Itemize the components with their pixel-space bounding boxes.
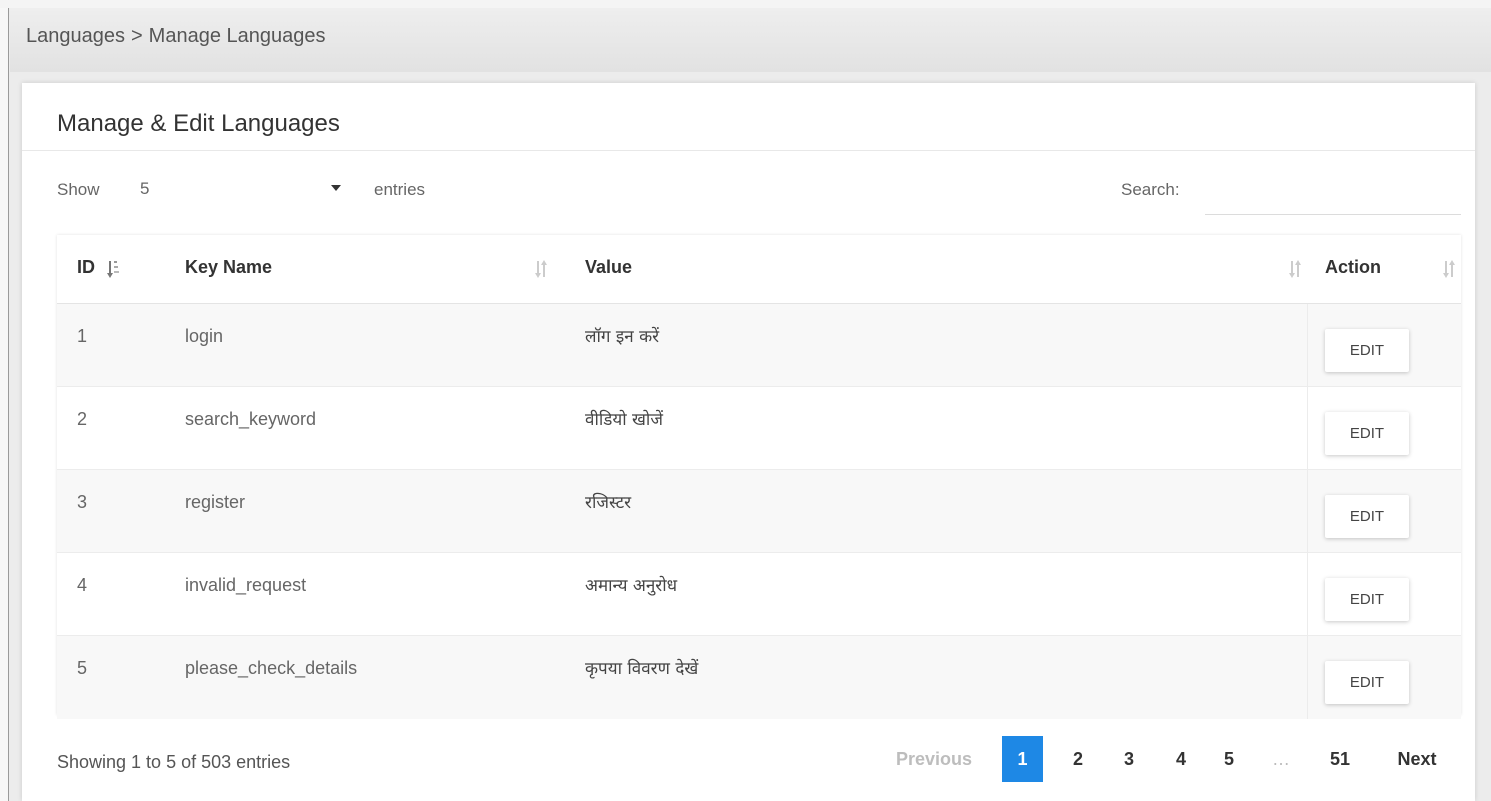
breadcrumb: Languages > Manage Languages	[26, 25, 326, 48]
edit-button[interactable]: EDIT	[1325, 329, 1409, 372]
cell-value: वीडियो खोजें	[585, 410, 663, 430]
table-row: 5 please_check_details कृपया विवरण देखें…	[57, 636, 1461, 719]
search-label: Search:	[1121, 180, 1180, 199]
cell-id: 4	[77, 575, 88, 595]
cell-key-name: login	[185, 326, 224, 346]
column-header-label: Value	[585, 257, 633, 277]
pagination-page-last[interactable]: 51	[1314, 736, 1366, 782]
cell-id: 1	[77, 326, 88, 346]
breadcrumb-item-languages[interactable]: Languages	[26, 25, 125, 47]
page-length-select[interactable]: 5	[125, 173, 357, 205]
pagination-page-4[interactable]: 4	[1158, 736, 1204, 782]
pagination-page-3[interactable]: 3	[1106, 736, 1152, 782]
sort-ascending-icon	[107, 261, 119, 278]
column-header-value[interactable]: Value	[577, 235, 1307, 304]
cell-key-name: invalid_request	[185, 575, 307, 595]
pagination-page-5[interactable]: 5	[1206, 736, 1252, 782]
column-header-label: ID	[77, 257, 95, 277]
column-header-label: Key Name	[185, 257, 273, 277]
table-row: 2 search_keyword वीडियो खोजें EDIT	[57, 387, 1461, 470]
cell-key-name: search_keyword	[185, 409, 317, 429]
cell-key-name: please_check_details	[185, 658, 358, 678]
page-length-value: 5	[140, 179, 150, 198]
edit-button[interactable]: EDIT	[1325, 661, 1409, 704]
pagination: Previous 1 2 3 4 5 … 51 Next	[22, 736, 1475, 782]
cell-value: कृपया विवरण देखें	[585, 659, 699, 679]
cell-value: अमान्य अनुरोध	[585, 576, 678, 596]
breadcrumb-bar: Languages > Manage Languages	[10, 8, 1491, 72]
edit-button[interactable]: EDIT	[1325, 412, 1409, 455]
panel-divider	[22, 150, 1475, 151]
cell-id: 5	[77, 658, 88, 678]
column-divider	[1307, 636, 1308, 719]
sort-both-icon	[1443, 260, 1455, 278]
column-header-id[interactable]: ID	[57, 235, 177, 304]
cell-value: रजिस्टर	[585, 493, 632, 513]
edit-button[interactable]: EDIT	[1325, 495, 1409, 538]
column-divider	[1307, 470, 1308, 553]
table-row: 4 invalid_request अमान्य अनुरोध EDIT	[57, 553, 1461, 636]
pagination-ellipsis: …	[1272, 749, 1290, 769]
table-row: 3 register रजिस्टर EDIT	[57, 470, 1461, 553]
breadcrumb-item-current: Manage Languages	[148, 25, 326, 47]
edit-button[interactable]: EDIT	[1325, 578, 1409, 621]
table-header: ID Key Name Value Action	[57, 235, 1461, 304]
column-header-key-name[interactable]: Key Name	[177, 235, 577, 304]
column-header-action[interactable]: Action	[1307, 235, 1461, 304]
pagination-page-1[interactable]: 1	[1002, 736, 1043, 782]
window-top-edge	[0, 0, 1491, 8]
column-header-label: Action	[1325, 257, 1381, 277]
cell-value: लॉग इन करें	[585, 327, 660, 347]
column-divider	[1307, 553, 1308, 636]
column-divider	[1307, 304, 1308, 387]
cell-id: 2	[77, 409, 88, 429]
sidebar-edge	[0, 8, 9, 801]
cell-id: 3	[77, 492, 88, 512]
search-input[interactable]	[1205, 173, 1461, 215]
pagination-next[interactable]: Next	[1380, 736, 1454, 782]
entries-label: entries	[374, 180, 426, 199]
languages-table: ID Key Name Value Action 1 login लॉग इन …	[57, 235, 1461, 719]
cell-key-name: register	[185, 492, 246, 512]
show-label: Show	[57, 180, 100, 199]
sort-both-icon	[1289, 260, 1301, 278]
column-divider	[1307, 387, 1308, 470]
table-row: 1 login लॉग इन करें EDIT	[57, 304, 1461, 387]
manage-languages-panel: Manage & Edit Languages Show 5 entries S…	[22, 83, 1475, 801]
pagination-page-2[interactable]: 2	[1055, 736, 1101, 782]
page-title: Manage & Edit Languages	[57, 110, 340, 137]
caret-down-icon	[331, 185, 341, 191]
sort-both-icon	[535, 260, 547, 278]
breadcrumb-separator: >	[130, 25, 143, 47]
pagination-previous[interactable]: Previous	[884, 736, 984, 782]
